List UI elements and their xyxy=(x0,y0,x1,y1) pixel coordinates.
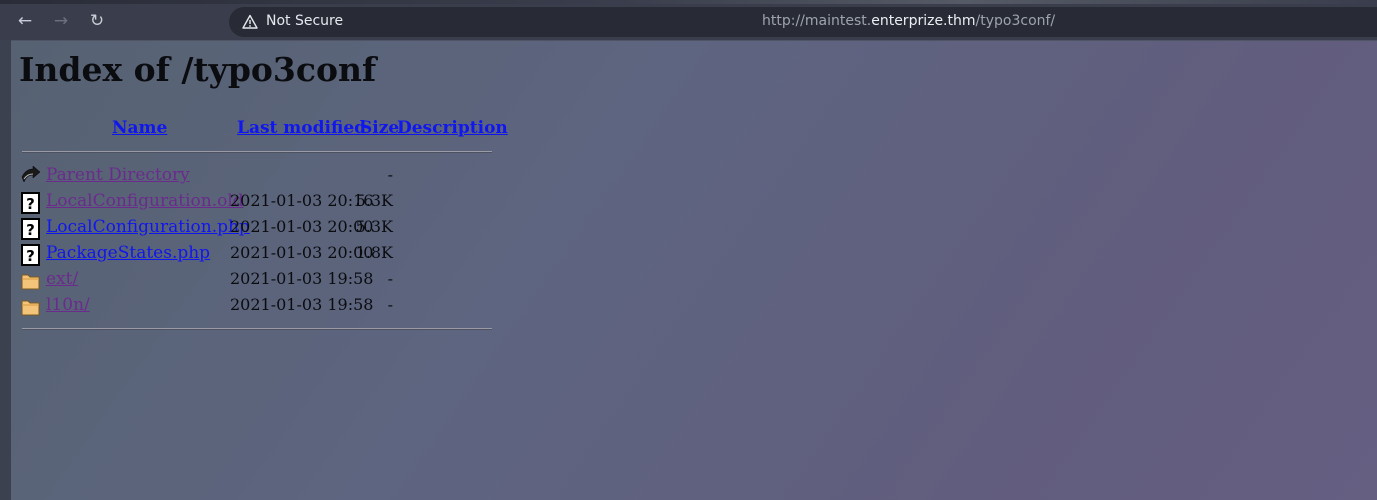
file-size: - xyxy=(387,269,393,288)
window-strip xyxy=(0,0,1377,4)
security-status[interactable]: Not Secure xyxy=(266,13,343,29)
forward-arrow-icon[interactable]: → xyxy=(50,10,72,32)
url-host: enterprize.thm xyxy=(871,13,976,29)
file-size: - xyxy=(387,295,393,314)
last-modified: 2021-01-03 20:00 xyxy=(230,243,374,262)
file-size: 1.8K xyxy=(355,243,393,262)
page-title: Index of /typo3conf xyxy=(19,50,377,89)
list-item: ? LocalConfiguration.php 2021-01-03 20:00 5… xyxy=(11,216,511,242)
page-content: Index of /typo3conf Name Last modified S… xyxy=(11,40,1377,500)
url-text[interactable]: http://maintest.enterprize.thm/typo3conf… xyxy=(762,13,1055,29)
unknown-file-icon[interactable]: ? xyxy=(21,192,41,214)
file-size: - xyxy=(387,165,393,184)
file-link[interactable]: ext/ xyxy=(46,269,78,289)
footer-divider xyxy=(22,328,492,330)
unknown-file-icon[interactable]: ? xyxy=(21,218,41,240)
unknown-file-icon[interactable]: ? xyxy=(21,244,41,266)
file-link[interactable]: Parent Directory xyxy=(46,165,190,185)
back-icon[interactable] xyxy=(21,165,41,188)
url-prefix: http://maintest. xyxy=(762,13,872,29)
last-modified: 2021-01-03 19:58 xyxy=(230,295,374,314)
back-arrow-icon[interactable]: ← xyxy=(14,10,36,32)
column-header-description[interactable]: Description xyxy=(397,118,508,138)
reload-icon[interactable]: ↻ xyxy=(86,10,108,32)
header-divider xyxy=(22,151,492,153)
last-modified: 2021-01-03 19:58 xyxy=(230,269,374,288)
list-item: ? PackageStates.php 2021-01-03 20:00 1.8K xyxy=(11,242,511,268)
last-modified: 2021-01-03 20:00 xyxy=(230,217,374,236)
address-bar[interactable]: Not Secure http://maintest.enterprize.th… xyxy=(229,7,1377,37)
folder-icon[interactable] xyxy=(21,296,41,318)
list-item: ext/2021-01-03 19:58- xyxy=(11,268,511,294)
column-header-name[interactable]: Name xyxy=(112,118,167,138)
column-header-size[interactable]: Size xyxy=(360,118,399,138)
list-item: ? LocalConfiguration.old 2021-01-03 20:16 5… xyxy=(11,190,511,216)
svg-text:?: ? xyxy=(26,247,35,265)
list-item: l10n/2021-01-03 19:58- xyxy=(11,294,511,320)
browser-toolbar: ← → ↻ Not Secure http://maintest.enterpr… xyxy=(0,0,1377,40)
svg-text:?: ? xyxy=(26,195,35,213)
file-link[interactable]: l10n/ xyxy=(46,295,90,315)
file-link[interactable]: PackageStates.php xyxy=(46,243,210,263)
url-path: /typo3conf/ xyxy=(975,13,1056,29)
file-size: 5.3K xyxy=(355,217,393,236)
svg-text:?: ? xyxy=(26,221,35,239)
list-item: Parent Directory - xyxy=(11,164,511,190)
file-link[interactable]: LocalConfiguration.php xyxy=(46,217,250,237)
column-header-last-modified[interactable]: Last modified xyxy=(237,118,366,138)
warning-triangle-icon[interactable] xyxy=(242,14,258,30)
file-size: 5.3K xyxy=(355,191,393,210)
file-link[interactable]: LocalConfiguration.old xyxy=(46,191,244,211)
folder-icon[interactable] xyxy=(21,270,41,292)
last-modified: 2021-01-03 20:16 xyxy=(230,191,374,210)
